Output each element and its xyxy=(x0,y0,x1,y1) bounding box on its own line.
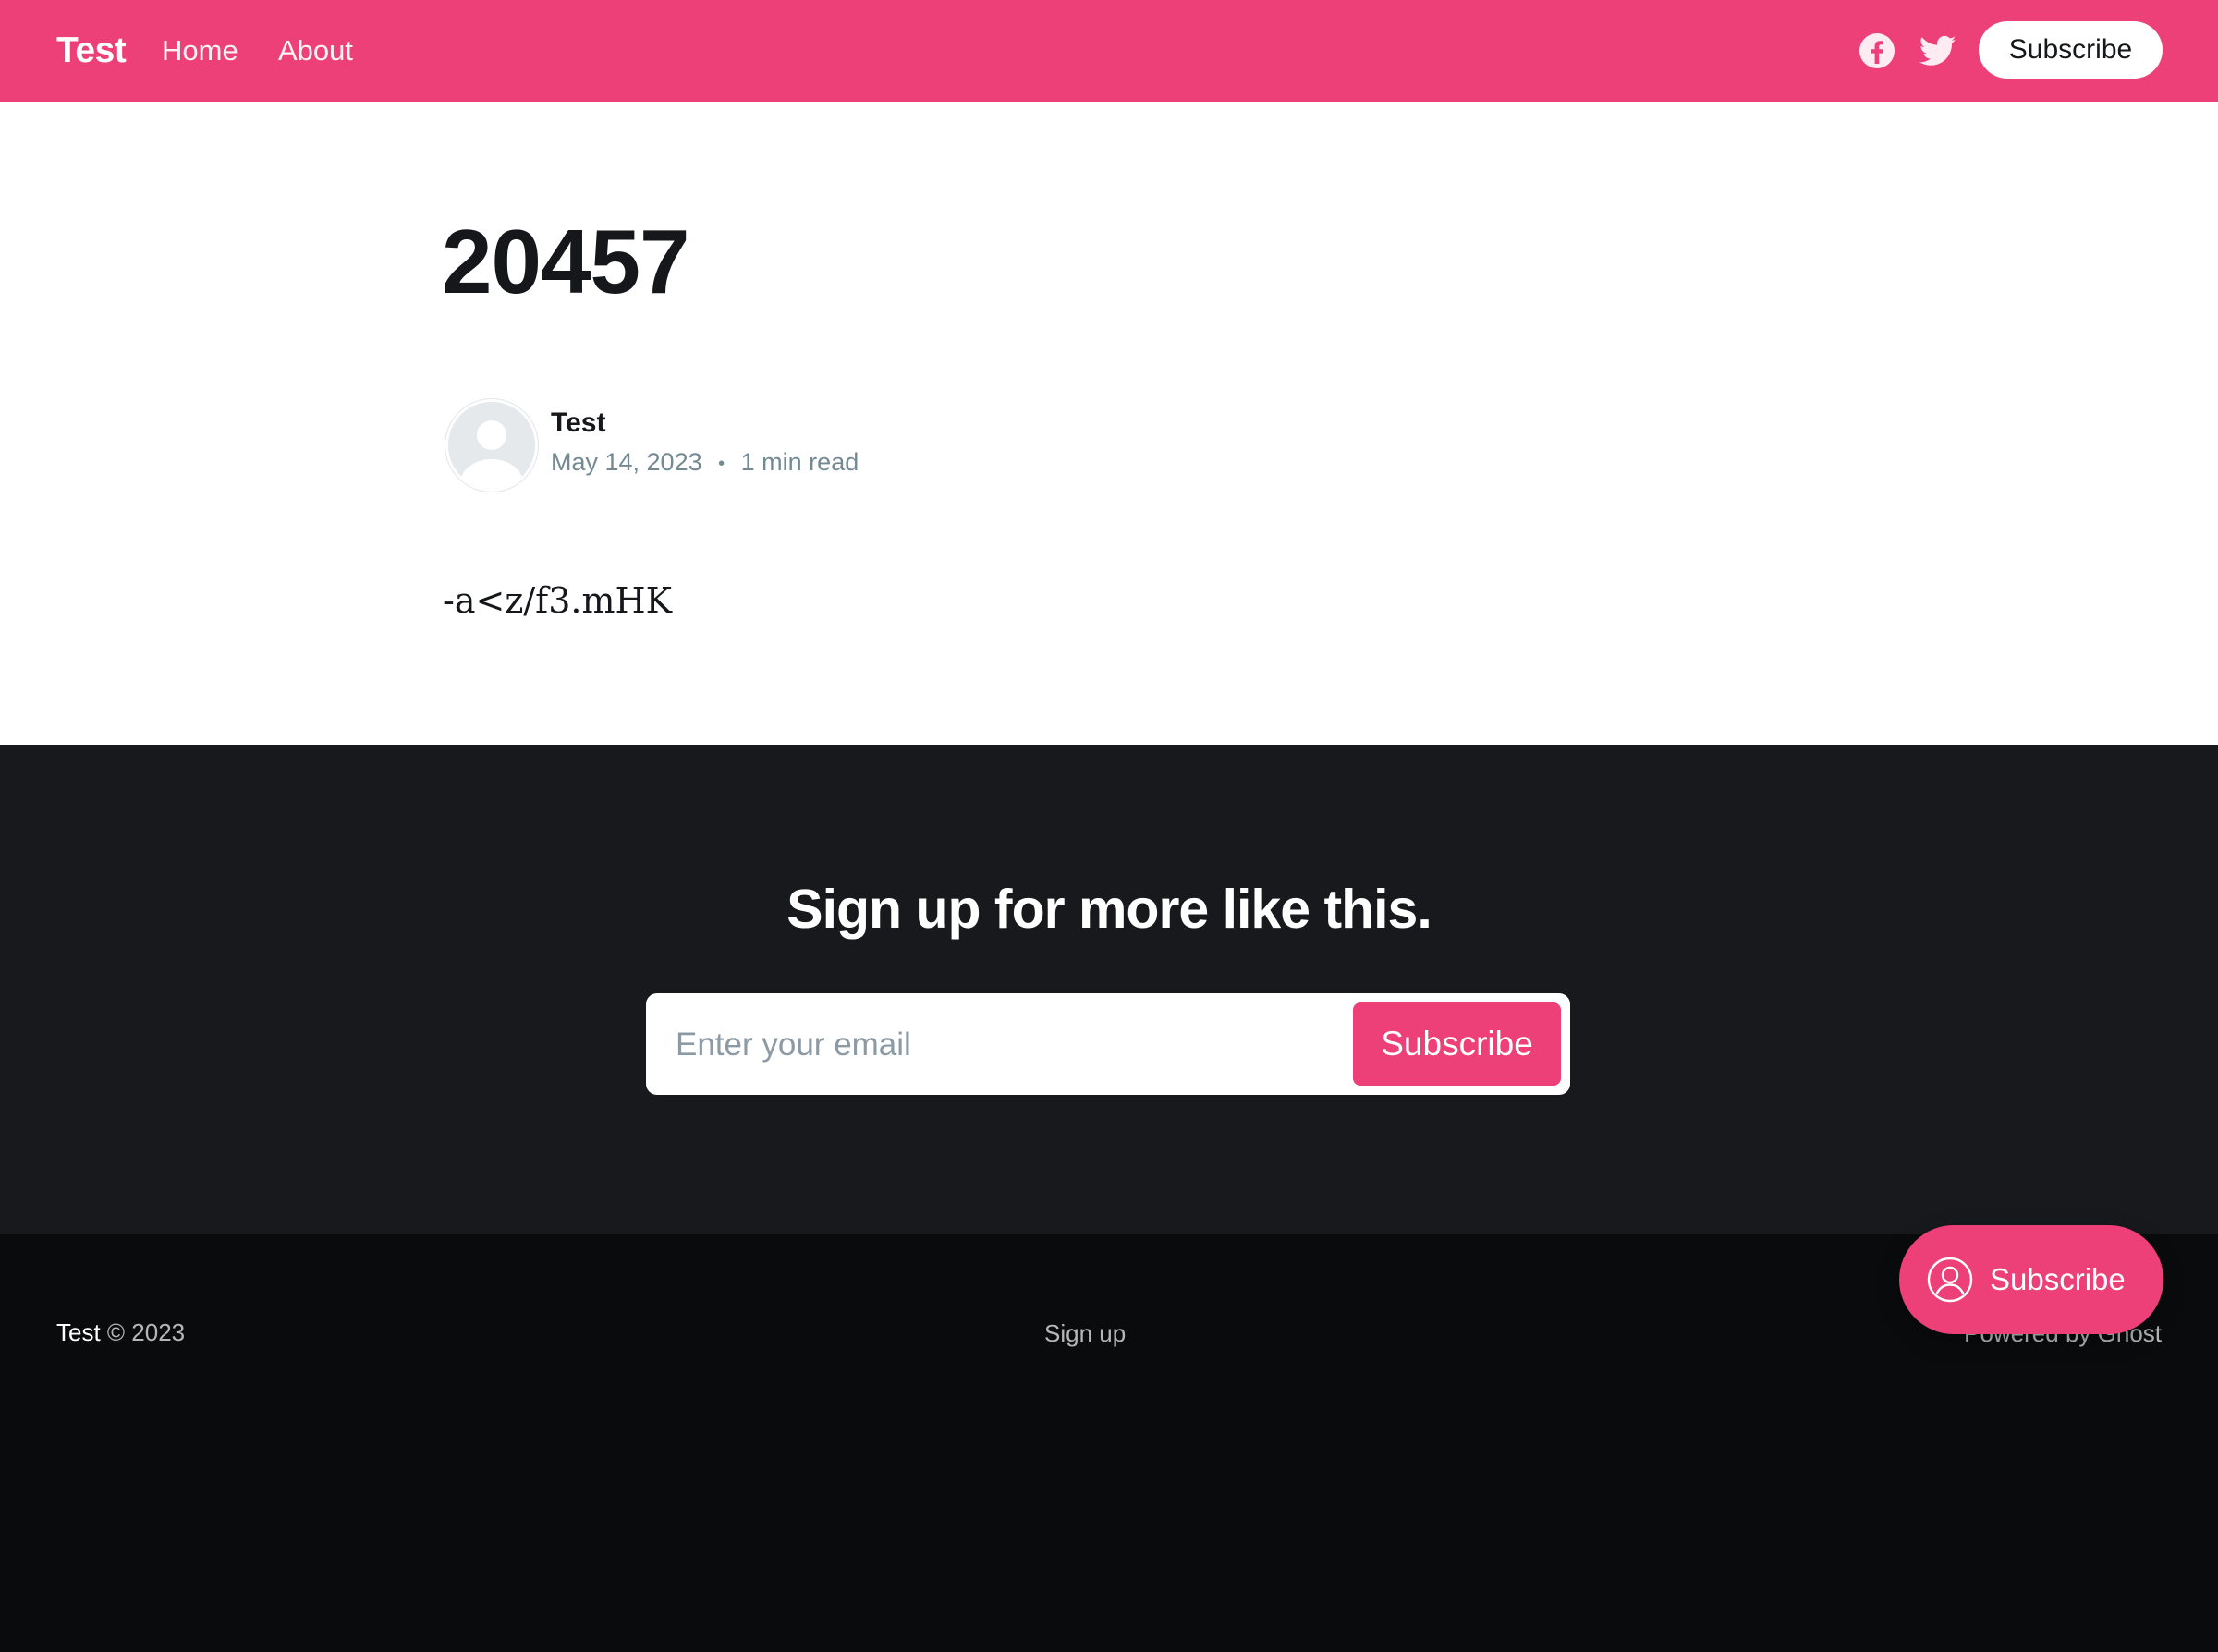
portal-subscribe-button[interactable]: Subscribe xyxy=(1899,1225,2163,1334)
cta-heading: Sign up for more like this. xyxy=(786,879,1432,940)
user-circle-icon xyxy=(1927,1257,1973,1303)
meta-separator: • xyxy=(718,453,725,474)
site-footer: Test © 2023 Sign up Powered by Ghost xyxy=(0,1234,2218,1652)
footer-brand-link[interactable]: Test xyxy=(56,1318,101,1346)
email-input[interactable] xyxy=(674,1016,1306,1074)
author-name[interactable]: Test xyxy=(551,405,605,442)
site-header: Test Home About Subscribe xyxy=(0,0,2218,102)
nav-item-about[interactable]: About xyxy=(278,28,353,74)
reading-time: 1 min read xyxy=(740,448,859,476)
signup-cta: Sign up for more like this. Subscribe xyxy=(0,745,2218,1234)
publish-date: May 14, 2023 xyxy=(551,448,702,476)
author-avatar[interactable] xyxy=(445,399,538,492)
footer-copyright: Test © 2023 xyxy=(56,1316,185,1349)
article-title: 20457 xyxy=(442,211,690,312)
user-placeholder-icon xyxy=(448,402,535,489)
copyright-text: © 2023 xyxy=(106,1318,186,1346)
signup-form: Subscribe xyxy=(646,993,1570,1095)
footer-signup-link[interactable]: Sign up xyxy=(1044,1317,1126,1350)
article-meta: May 14, 2023 • 1 min read xyxy=(551,445,859,480)
article: 20457 Test May 14, 2023 • 1 min read -a<… xyxy=(0,102,2218,745)
cta-subscribe-button[interactable]: Subscribe xyxy=(1353,1002,1561,1086)
header-subscribe-button[interactable]: Subscribe xyxy=(1979,21,2163,79)
nav-item-home[interactable]: Home xyxy=(162,28,238,74)
article-body: -a<z/f3.mHK xyxy=(443,580,673,621)
site-logo[interactable]: Test xyxy=(56,28,127,74)
twitter-icon[interactable] xyxy=(1919,32,1956,69)
portal-label: Subscribe xyxy=(1990,1262,2126,1296)
facebook-icon[interactable] xyxy=(1858,32,1895,69)
